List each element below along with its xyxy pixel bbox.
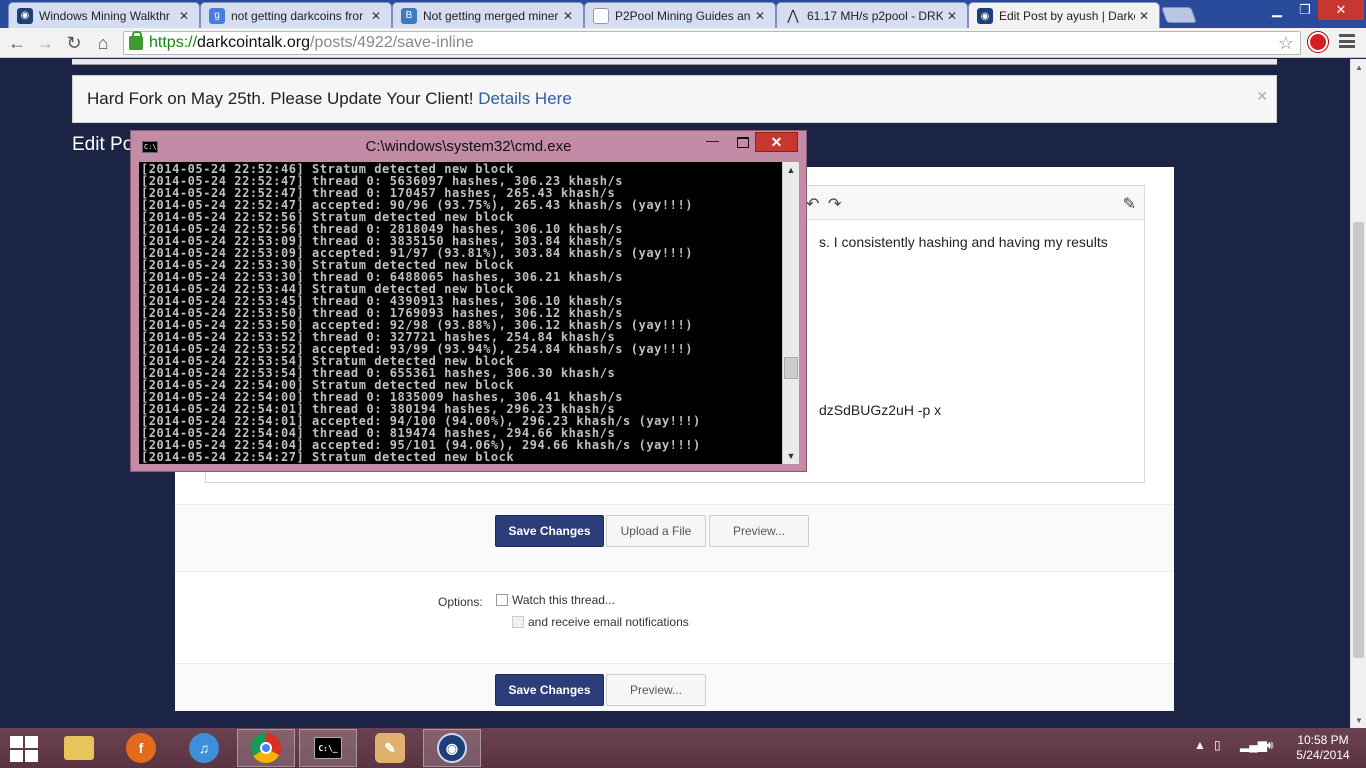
page-header-strip bbox=[72, 59, 1277, 65]
editor-button-row: Save Changes Upload a File Preview... bbox=[175, 504, 1174, 572]
email-notifications-label: and receive email notifications bbox=[528, 615, 689, 629]
signal-icon[interactable]: ▂▄▆ bbox=[1240, 738, 1267, 752]
watch-thread-label: Watch this thread... bbox=[512, 593, 615, 607]
close-icon[interactable]: ✕ bbox=[947, 9, 959, 23]
restore-icon[interactable]: ❐ bbox=[1292, 0, 1318, 20]
options-label: Options: bbox=[438, 595, 483, 609]
clock-date: 5/24/2014 bbox=[1296, 748, 1350, 762]
minimize-icon[interactable]: ▁ bbox=[1262, 0, 1292, 20]
darkcoin-icon: ◉ bbox=[977, 8, 993, 24]
close-icon[interactable]: ✕ bbox=[1256, 88, 1268, 105]
watch-thread-checkbox[interactable] bbox=[496, 594, 508, 606]
page-icon bbox=[593, 7, 609, 24]
tab-edit-post[interactable]: ◉ Edit Post by ayush | Darkc ✕ bbox=[968, 2, 1160, 29]
tab-not-getting-darkcoins[interactable]: g not getting darkcoins fror ✕ bbox=[200, 2, 392, 28]
maximize-icon[interactable] bbox=[733, 133, 753, 153]
cmd-scrollbar[interactable]: ▲ ▼ bbox=[782, 162, 799, 464]
scroll-up-icon[interactable]: ▲ bbox=[1351, 59, 1366, 75]
itunes-icon[interactable]: ♫ bbox=[175, 729, 233, 767]
back-icon[interactable]: ← bbox=[6, 32, 28, 54]
url-scheme: https:// bbox=[149, 34, 198, 51]
scroll-down-icon[interactable]: ▼ bbox=[1351, 712, 1366, 728]
close-icon[interactable]: ✕ bbox=[563, 9, 575, 23]
cmd-window-title: C:\windows\system32\cmd.exe bbox=[365, 138, 572, 155]
scrollbar-thumb[interactable] bbox=[784, 357, 798, 379]
home-icon[interactable]: ⌂ bbox=[92, 32, 114, 54]
watch-thread-option[interactable]: Watch this thread... bbox=[496, 593, 615, 607]
lock-icon bbox=[129, 31, 143, 50]
close-window-icon[interactable]: ✕ bbox=[1318, 0, 1364, 20]
undo-icon[interactable]: ↶ bbox=[806, 194, 819, 214]
upload-file-button[interactable]: Upload a File bbox=[606, 515, 706, 547]
preview-button[interactable]: Preview... bbox=[606, 674, 706, 706]
close-icon[interactable]: ✕ bbox=[179, 9, 191, 23]
forward-icon[interactable]: → bbox=[34, 32, 56, 54]
system-clock[interactable]: 10:58 PM 5/24/2014 bbox=[1290, 733, 1356, 763]
tab-p2pool-drk[interactable]: ⋀ 61.17 MH/s p2pool - DRK ✕ bbox=[776, 2, 968, 28]
bottom-button-row: Save Changes Preview... bbox=[175, 663, 1174, 711]
bookmark-star-icon[interactable]: ☆ bbox=[1278, 33, 1294, 54]
notice-banner: Hard Fork on May 25th. Please Update You… bbox=[72, 75, 1277, 123]
windows-taskbar: f ♫ C:\_ ✎ ◉ ▲ ▯ ▂▄▆ 🔊︎ 10:58 PM 5/24/20… bbox=[0, 728, 1366, 768]
chrome-icon[interactable] bbox=[237, 729, 295, 767]
reload-icon[interactable]: ↻ bbox=[63, 32, 85, 54]
email-notifications-checkbox[interactable] bbox=[512, 616, 524, 628]
chrome-menu-icon[interactable] bbox=[1339, 34, 1355, 48]
scrollbar-thumb[interactable] bbox=[1353, 222, 1364, 658]
address-bar[interactable]: https:// darkcointalk.org /posts/4922/sa… bbox=[123, 31, 1301, 55]
url-host: darkcointalk.org bbox=[197, 34, 310, 51]
console-output[interactable]: [2014-05-24 22:52:46] Stratum detected n… bbox=[139, 162, 782, 464]
redo-icon[interactable]: ↷ bbox=[828, 194, 841, 214]
preview-button[interactable]: Preview... bbox=[709, 515, 809, 547]
close-icon[interactable]: ✕ bbox=[755, 132, 798, 152]
page-title: Edit Po bbox=[72, 134, 134, 155]
file-explorer-icon[interactable] bbox=[50, 729, 108, 767]
minimize-icon[interactable]: — bbox=[706, 133, 726, 153]
console-line: [2014-05-24 22:54:27] Stratum detected n… bbox=[141, 450, 515, 464]
cmd-title-bar[interactable]: C:\ C:\windows\system32\cmd.exe — ✕ bbox=[131, 131, 806, 161]
save-changes-button[interactable]: Save Changes bbox=[495, 674, 604, 706]
volume-icon[interactable]: 🔊︎ bbox=[1266, 738, 1274, 753]
editor-content-line: s. I consistently hashing and having my … bbox=[819, 234, 1108, 250]
google-icon: g bbox=[209, 7, 225, 24]
scroll-down-icon[interactable]: ▼ bbox=[783, 448, 799, 464]
bitcointalk-icon: B bbox=[401, 7, 417, 24]
paint-icon[interactable]: ✎ bbox=[361, 729, 419, 767]
page-scrollbar[interactable]: ▲ ▼ bbox=[1350, 59, 1366, 728]
tab-windows-mining-walkthrough[interactable]: ◉ Windows Mining Walkthr ✕ bbox=[8, 2, 200, 28]
cmd-window[interactable]: C:\ C:\windows\system32\cmd.exe — ✕ [201… bbox=[130, 130, 807, 472]
windows-start-icon[interactable] bbox=[10, 736, 38, 762]
url-path: /posts/4922/save-inline bbox=[309, 34, 474, 51]
close-icon[interactable]: ✕ bbox=[1139, 9, 1151, 23]
extension-icon[interactable] bbox=[1308, 32, 1328, 52]
tab-p2pool-mining-guides[interactable]: P2Pool Mining Guides anc ✕ bbox=[584, 2, 776, 28]
editor-content-line: dzSdBUGz2uH -p x bbox=[819, 402, 942, 418]
scroll-up-icon[interactable]: ▲ bbox=[783, 162, 799, 178]
new-tab-button[interactable] bbox=[1161, 7, 1197, 23]
toggle-editor-icon[interactable]: ✎ bbox=[1123, 194, 1136, 214]
save-changes-button[interactable]: Save Changes bbox=[495, 515, 604, 547]
tab-not-getting-merged-miner[interactable]: B Not getting merged miner ✕ bbox=[392, 2, 584, 28]
notice-text: Hard Fork on May 25th. Please Update You… bbox=[87, 89, 474, 108]
tab-strip: ◉ Windows Mining Walkthr ✕ g not getting… bbox=[0, 0, 1366, 29]
clock-time: 10:58 PM bbox=[1297, 733, 1349, 747]
options-section: Options: Watch this thread... and receiv… bbox=[175, 573, 1174, 663]
firefox-icon[interactable]: f bbox=[112, 729, 170, 767]
notice-details-link[interactable]: Details Here bbox=[478, 89, 572, 108]
darkcoin-icon: ◉ bbox=[17, 7, 33, 24]
close-icon[interactable]: ✕ bbox=[755, 9, 767, 23]
show-hidden-icons-icon[interactable]: ▲ bbox=[1194, 738, 1206, 752]
close-icon[interactable]: ✕ bbox=[371, 9, 383, 23]
cmd-icon[interactable]: C:\_ bbox=[299, 729, 357, 767]
p2pool-icon: ⋀ bbox=[787, 7, 799, 23]
darkcoin-wallet-icon[interactable]: ◉ bbox=[423, 729, 481, 767]
browser-toolbar: ← → ↻ ⌂ https:// darkcointalk.org /posts… bbox=[0, 28, 1366, 58]
email-notifications-option[interactable]: and receive email notifications bbox=[512, 615, 689, 629]
network-adapter-icon[interactable]: ▯ bbox=[1214, 738, 1221, 752]
